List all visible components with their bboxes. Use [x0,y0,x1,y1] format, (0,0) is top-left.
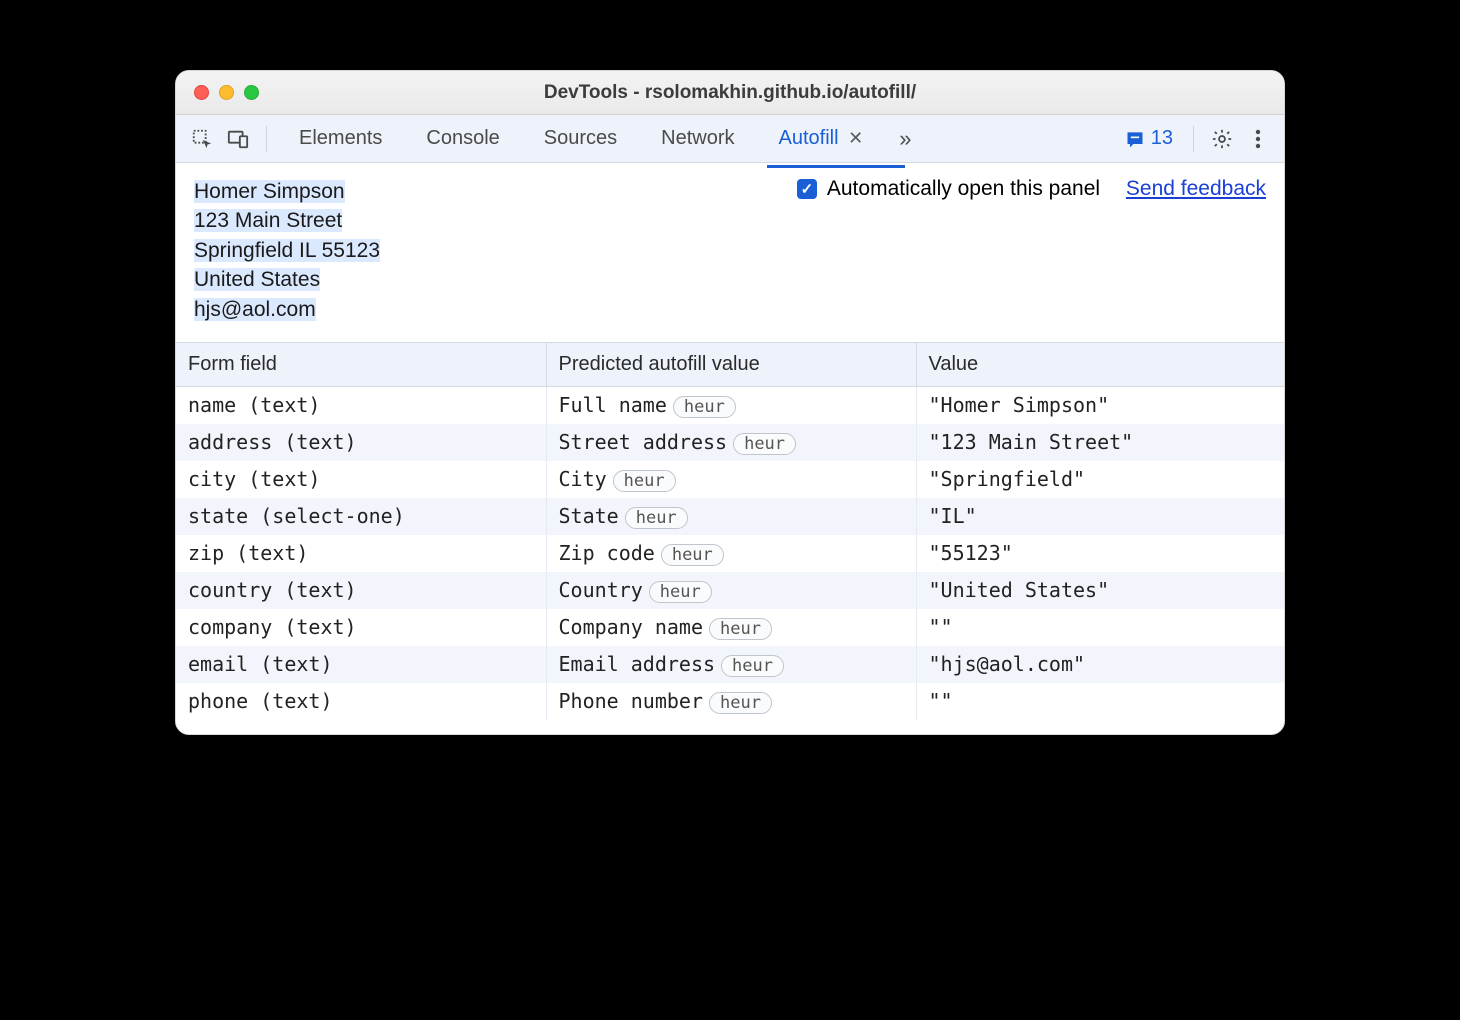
cell-form-field: name (text) [176,386,546,424]
cell-form-field: email (text) [176,646,546,683]
heur-badge: heur [721,655,784,677]
table-row[interactable]: company (text)Company nameheur"" [176,609,1284,646]
cell-value: "hjs@aol.com" [916,646,1284,683]
cell-value: "United States" [916,572,1284,609]
table-row[interactable]: state (select-one)Stateheur"IL" [176,498,1284,535]
heur-badge: heur [613,470,676,492]
table-row[interactable]: email (text)Email addressheur"hjs@aol.co… [176,646,1284,683]
cell-form-field: country (text) [176,572,546,609]
table-row[interactable]: city (text)Cityheur"Springfield" [176,461,1284,498]
address-line: United States [194,268,320,291]
table-row[interactable]: phone (text)Phone numberheur"" [176,683,1284,720]
address-line: 123 Main Street [194,209,342,232]
autofill-panel: Homer Simpson 123 Main Street Springfiel… [176,163,1284,734]
heur-badge: heur [649,581,712,603]
cell-value: "55123" [916,535,1284,572]
tab-sources[interactable]: Sources [526,117,635,160]
heur-badge: heur [625,507,688,529]
col-header-predicted[interactable]: Predicted autofill value [546,342,916,386]
toolbar-divider [1193,126,1194,152]
cell-form-field: zip (text) [176,535,546,572]
heur-badge: heur [673,396,736,418]
address-line: hjs@aol.com [194,298,316,321]
auto-open-checkbox[interactable]: ✓ [797,179,817,199]
col-header-form-field[interactable]: Form field [176,342,546,386]
table-row[interactable]: zip (text)Zip codeheur"55123" [176,535,1284,572]
titlebar: DevTools - rsolomakhin.github.io/autofil… [176,71,1284,115]
traffic-lights [194,85,259,100]
tab-network[interactable]: Network [643,117,752,160]
cell-predicted: Phone numberheur [546,683,916,720]
cell-predicted: Full nameheur [546,386,916,424]
close-window-button[interactable] [194,85,209,100]
cell-predicted: Cityheur [546,461,916,498]
cell-form-field: address (text) [176,424,546,461]
heur-badge: heur [661,544,724,566]
inspect-element-icon[interactable] [188,125,216,153]
more-tabs-icon[interactable]: » [889,126,921,152]
window-title: DevTools - rsolomakhin.github.io/autofil… [544,82,916,104]
send-feedback-link[interactable]: Send feedback [1126,177,1266,201]
cell-value: "" [916,609,1284,646]
tab-autofill[interactable]: Autofill ✕ [761,117,882,160]
cell-value: "" [916,683,1284,720]
devtools-window: DevTools - rsolomakhin.github.io/autofil… [175,70,1285,735]
heur-badge: heur [733,433,796,455]
cell-value: "Homer Simpson" [916,386,1284,424]
cell-predicted: Zip codeheur [546,535,916,572]
cell-predicted: Countryheur [546,572,916,609]
minimize-window-button[interactable] [219,85,234,100]
device-toolbar-icon[interactable] [224,125,252,153]
table-row[interactable]: country (text)Countryheur"United States" [176,572,1284,609]
address-preview: Homer Simpson 123 Main Street Springfiel… [194,177,380,324]
cell-form-field: city (text) [176,461,546,498]
kebab-menu-icon[interactable] [1244,125,1272,153]
panel-controls: ✓ Automatically open this panel Send fee… [797,177,1266,201]
cell-value: "Springfield" [916,461,1284,498]
settings-gear-icon[interactable] [1208,125,1236,153]
panel-top-section: Homer Simpson 123 Main Street Springfiel… [176,163,1284,342]
devtools-toolbar: Elements Console Sources Network Autofil… [176,115,1284,163]
heur-badge: heur [709,618,772,640]
cell-predicted: Street addressheur [546,424,916,461]
issues-icon [1125,129,1145,149]
toolbar-divider [266,126,267,152]
tab-elements[interactable]: Elements [281,117,400,160]
maximize-window-button[interactable] [244,85,259,100]
issues-count: 13 [1151,127,1173,150]
tab-autofill-label: Autofill [779,127,839,149]
cell-form-field: company (text) [176,609,546,646]
col-header-value[interactable]: Value [916,342,1284,386]
tab-console[interactable]: Console [408,117,517,160]
table-row[interactable]: name (text)Full nameheur"Homer Simpson" [176,386,1284,424]
cell-form-field: phone (text) [176,683,546,720]
cell-predicted: Company nameheur [546,609,916,646]
auto-open-label: Automatically open this panel [827,177,1100,201]
autofill-table: Form field Predicted autofill value Valu… [176,342,1284,720]
cell-value: "123 Main Street" [916,424,1284,461]
address-line: Springfield IL 55123 [194,239,380,262]
cell-form-field: state (select-one) [176,498,546,535]
cell-predicted: Stateheur [546,498,916,535]
table-row[interactable]: address (text)Street addressheur"123 Mai… [176,424,1284,461]
cell-value: "IL" [916,498,1284,535]
heur-badge: heur [709,692,772,714]
cell-predicted: Email addressheur [546,646,916,683]
address-line: Homer Simpson [194,180,345,203]
issues-counter[interactable]: 13 [1119,127,1179,150]
close-tab-icon[interactable]: ✕ [848,128,863,148]
